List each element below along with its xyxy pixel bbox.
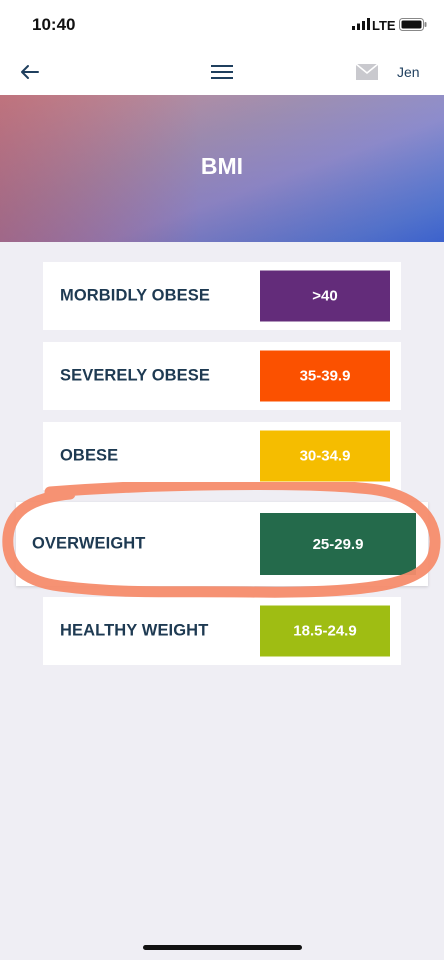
bmi-range-badge: 25-29.9	[260, 513, 416, 575]
cellular-signal-icon	[352, 18, 370, 30]
bmi-category-label: HEALTHY WEIGHT	[60, 621, 209, 640]
envelope-icon[interactable]	[355, 62, 379, 82]
bmi-range-badge: 18.5-24.9	[260, 605, 390, 657]
bmi-range-badge: 30-34.9	[260, 430, 390, 482]
home-indicator	[143, 945, 302, 950]
bmi-category-label: OVERWEIGHT	[32, 534, 146, 553]
bmi-category-label: MORBIDLY OBESE	[60, 286, 210, 305]
bmi-row-healthy-weight[interactable]: HEALTHY WEIGHT 18.5-24.9	[43, 597, 401, 665]
header-banner: BMI	[0, 95, 444, 242]
bmi-row-morbidly-obese[interactable]: MORBIDLY OBESE >40	[43, 262, 401, 330]
bmi-category-label: OBESE	[60, 446, 119, 465]
nav-bar: Jen	[0, 50, 444, 95]
battery-icon	[399, 18, 427, 31]
page-title: BMI	[200, 153, 244, 179]
bmi-row-obese[interactable]: OBESE 30-34.9	[43, 422, 401, 490]
bmi-range-badge: >40	[260, 270, 390, 322]
network-label: LTE	[372, 18, 396, 33]
bmi-row-severely-obese[interactable]: SEVERELY OBESE 35-39.9	[43, 342, 401, 410]
user-name-link[interactable]: Jen	[397, 64, 420, 80]
arrow-left-icon[interactable]	[18, 60, 42, 84]
status-time: 10:40	[32, 15, 76, 34]
bmi-row-overweight[interactable]: OVERWEIGHT 25-29.9	[16, 502, 428, 586]
hamburger-menu-icon[interactable]	[209, 61, 235, 83]
status-bar: 10:40 LTE	[0, 0, 444, 50]
bmi-range-badge: 35-39.9	[260, 350, 390, 402]
bmi-category-label: SEVERELY OBESE	[60, 366, 210, 385]
